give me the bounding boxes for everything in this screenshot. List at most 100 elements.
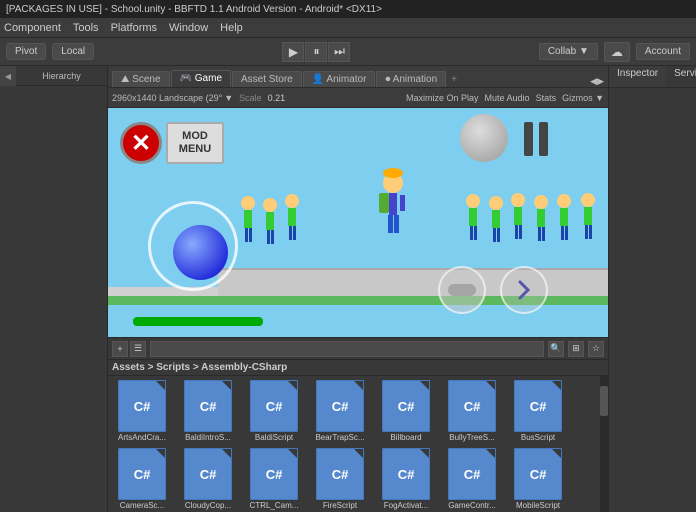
- local-group: Local: [52, 43, 94, 60]
- cs-file-icon: C#: [316, 448, 364, 500]
- bottom-scrollbar[interactable]: [600, 376, 608, 512]
- list-view-button[interactable]: ☆: [588, 341, 604, 357]
- asset-item[interactable]: C#CloudyCop...: [176, 446, 240, 512]
- menu-component[interactable]: Component: [4, 22, 61, 34]
- stats-button[interactable]: Stats: [536, 93, 557, 103]
- toolbar: Pivot Local ▶ ⏸ ⏭ Collab ▼ ☁ Account: [0, 38, 696, 66]
- progress-bar: [133, 317, 263, 326]
- asset-item[interactable]: C#FogActivat...: [374, 446, 438, 512]
- bottom-main: C#ArtsAndCra...C#BaldiIntroS...C#BaldiSc…: [108, 376, 608, 512]
- account-button[interactable]: Account: [636, 43, 690, 60]
- asset-item[interactable]: C#BearTrapSc...: [308, 378, 372, 444]
- tab-inspector[interactable]: Inspector: [609, 66, 666, 87]
- pause-button[interactable]: ⏸: [305, 42, 327, 62]
- animator-icon: 👤: [312, 74, 327, 85]
- cs-file-icon: C#: [184, 380, 232, 432]
- menu-window[interactable]: Window: [169, 22, 208, 34]
- cs-file-icon: C#: [184, 448, 232, 500]
- menu-help[interactable]: Help: [220, 22, 243, 34]
- asset-label: CloudyCop...: [185, 501, 231, 510]
- tab-asset-store[interactable]: Asset Store: [232, 71, 302, 87]
- maximize-button[interactable]: Maximize On Play: [406, 93, 479, 103]
- asset-item[interactable]: C#GameContr...: [440, 446, 504, 512]
- title-bar: [PACKAGES IN USE] - School.unity - BBFTD…: [0, 0, 696, 18]
- right-panel-tabs: Inspector Service: [609, 66, 696, 88]
- cs-file-icon: C#: [250, 448, 298, 500]
- local-button[interactable]: Local: [57, 45, 89, 58]
- play-button[interactable]: ▶: [282, 42, 304, 62]
- asset-label: BaldiIntroS...: [185, 433, 231, 442]
- right-panel: Inspector Service: [608, 66, 696, 512]
- asset-label: Billboard: [390, 433, 421, 442]
- cs-file-icon: C#: [448, 448, 496, 500]
- menu-tools[interactable]: Tools: [73, 22, 99, 34]
- scene-icon: ⛰: [121, 74, 132, 85]
- resolution-selector[interactable]: 2960x1440 Landscape (29° ▼: [112, 93, 233, 103]
- asset-label: BusScript: [521, 433, 555, 442]
- tab-animation[interactable]: ⏺ Animation: [376, 71, 446, 87]
- center-column: ⛰ Scene 🎮 Game Asset Store 👤 Animator ⏺ …: [108, 66, 608, 512]
- asset-item[interactable]: C#MobileScript: [506, 446, 570, 512]
- main-area: ◀ Hierarchy ⛰ Scene 🎮 Game Asset Store 👤…: [0, 66, 696, 512]
- left-panel-tabs: ◀ Hierarchy: [0, 66, 107, 86]
- menu-platforms[interactable]: Platforms: [111, 22, 157, 34]
- pivot-button[interactable]: Pivot: [11, 45, 41, 58]
- cs-file-icon: C#: [448, 380, 496, 432]
- left-panel-collapse[interactable]: ◀: [0, 66, 16, 86]
- scale-value: 0.21: [268, 93, 286, 103]
- asset-label: ArtsAndCra...: [118, 433, 166, 442]
- bottom-toolbar: + ☰ 🔍 ⊞ ☆: [108, 338, 608, 360]
- view-tabs: ⛰ Scene 🎮 Game Asset Store 👤 Animator ⏺ …: [108, 66, 608, 88]
- asset-label: FireScript: [323, 501, 357, 510]
- step-button[interactable]: ⏭: [328, 42, 350, 62]
- bottom-panel: + ☰ 🔍 ⊞ ☆ Assets > Scripts > Assembly-CS…: [108, 337, 608, 512]
- bottom-scrollbar-thumb[interactable]: [600, 386, 608, 416]
- tab-add-button[interactable]: +: [447, 72, 461, 87]
- cloud-button[interactable]: ☁: [604, 42, 630, 62]
- collab-button[interactable]: Collab ▼: [539, 43, 598, 60]
- tabs-collapse-icon[interactable]: ◀▶: [590, 76, 604, 87]
- bottom-tool-buttons: + ☰: [112, 341, 146, 357]
- tab-scene[interactable]: ⛰ Scene: [112, 71, 170, 87]
- asset-item[interactable]: C#ArtsAndCra...: [110, 378, 174, 444]
- asset-label: CTRL_Cam...: [250, 501, 299, 510]
- hierarchy-tab[interactable]: Hierarchy: [16, 66, 107, 85]
- grid-view-button[interactable]: ⊞: [568, 341, 584, 357]
- mute-button[interactable]: Mute Audio: [485, 93, 530, 103]
- asset-item[interactable]: C#BullyTreeS...: [440, 378, 504, 444]
- left-control-circle[interactable]: [438, 266, 486, 314]
- title-text: [PACKAGES IN USE] - School.unity - BBFTD…: [6, 4, 382, 15]
- cs-file-icon: C#: [514, 380, 562, 432]
- cs-file-icon: C#: [382, 448, 430, 500]
- gizmos-button[interactable]: Gizmos ▼: [562, 93, 604, 103]
- bottom-filter-button[interactable]: ☰: [130, 341, 146, 357]
- asset-label: CameraSc...: [120, 501, 164, 510]
- animation-icon: ⏺: [385, 74, 392, 85]
- tab-game[interactable]: 🎮 Game: [171, 70, 231, 87]
- asset-search-input[interactable]: [150, 341, 544, 357]
- asset-item[interactable]: C#CTRL_Cam...: [242, 446, 306, 512]
- search-button[interactable]: 🔍: [548, 341, 564, 357]
- tab-animator[interactable]: 👤 Animator: [303, 71, 376, 87]
- tab-service[interactable]: Service: [666, 66, 696, 87]
- asset-item[interactable]: C#BaldiScript: [242, 378, 306, 444]
- hierarchy-list: [0, 86, 107, 512]
- asset-item[interactable]: C#Billboard: [374, 378, 438, 444]
- asset-label: BaldiScript: [255, 433, 293, 442]
- left-panel: ◀ Hierarchy: [0, 66, 108, 512]
- game-canvas: ✕ MODMENU: [108, 108, 608, 337]
- right-control-circle[interactable]: [500, 266, 548, 314]
- breadcrumb-current: Assembly-CSharp: [201, 362, 287, 373]
- breadcrumb: Assets > Scripts > Assembly-CSharp: [108, 360, 608, 376]
- breadcrumb-path[interactable]: Assets > Scripts >: [112, 362, 201, 373]
- asset-label: GameContr...: [448, 501, 496, 510]
- asset-item[interactable]: C#BaldiIntroS...: [176, 378, 240, 444]
- asset-item[interactable]: C#FireScript: [308, 446, 372, 512]
- cs-file-icon: C#: [514, 448, 562, 500]
- asset-item[interactable]: C#CameraSc...: [110, 446, 174, 512]
- cs-file-icon: C#: [118, 380, 166, 432]
- asset-item[interactable]: C#BusScript: [506, 378, 570, 444]
- bottom-create-button[interactable]: +: [112, 341, 128, 357]
- cs-file-icon: C#: [316, 380, 364, 432]
- menu-bar: Component Tools Platforms Window Help: [0, 18, 696, 38]
